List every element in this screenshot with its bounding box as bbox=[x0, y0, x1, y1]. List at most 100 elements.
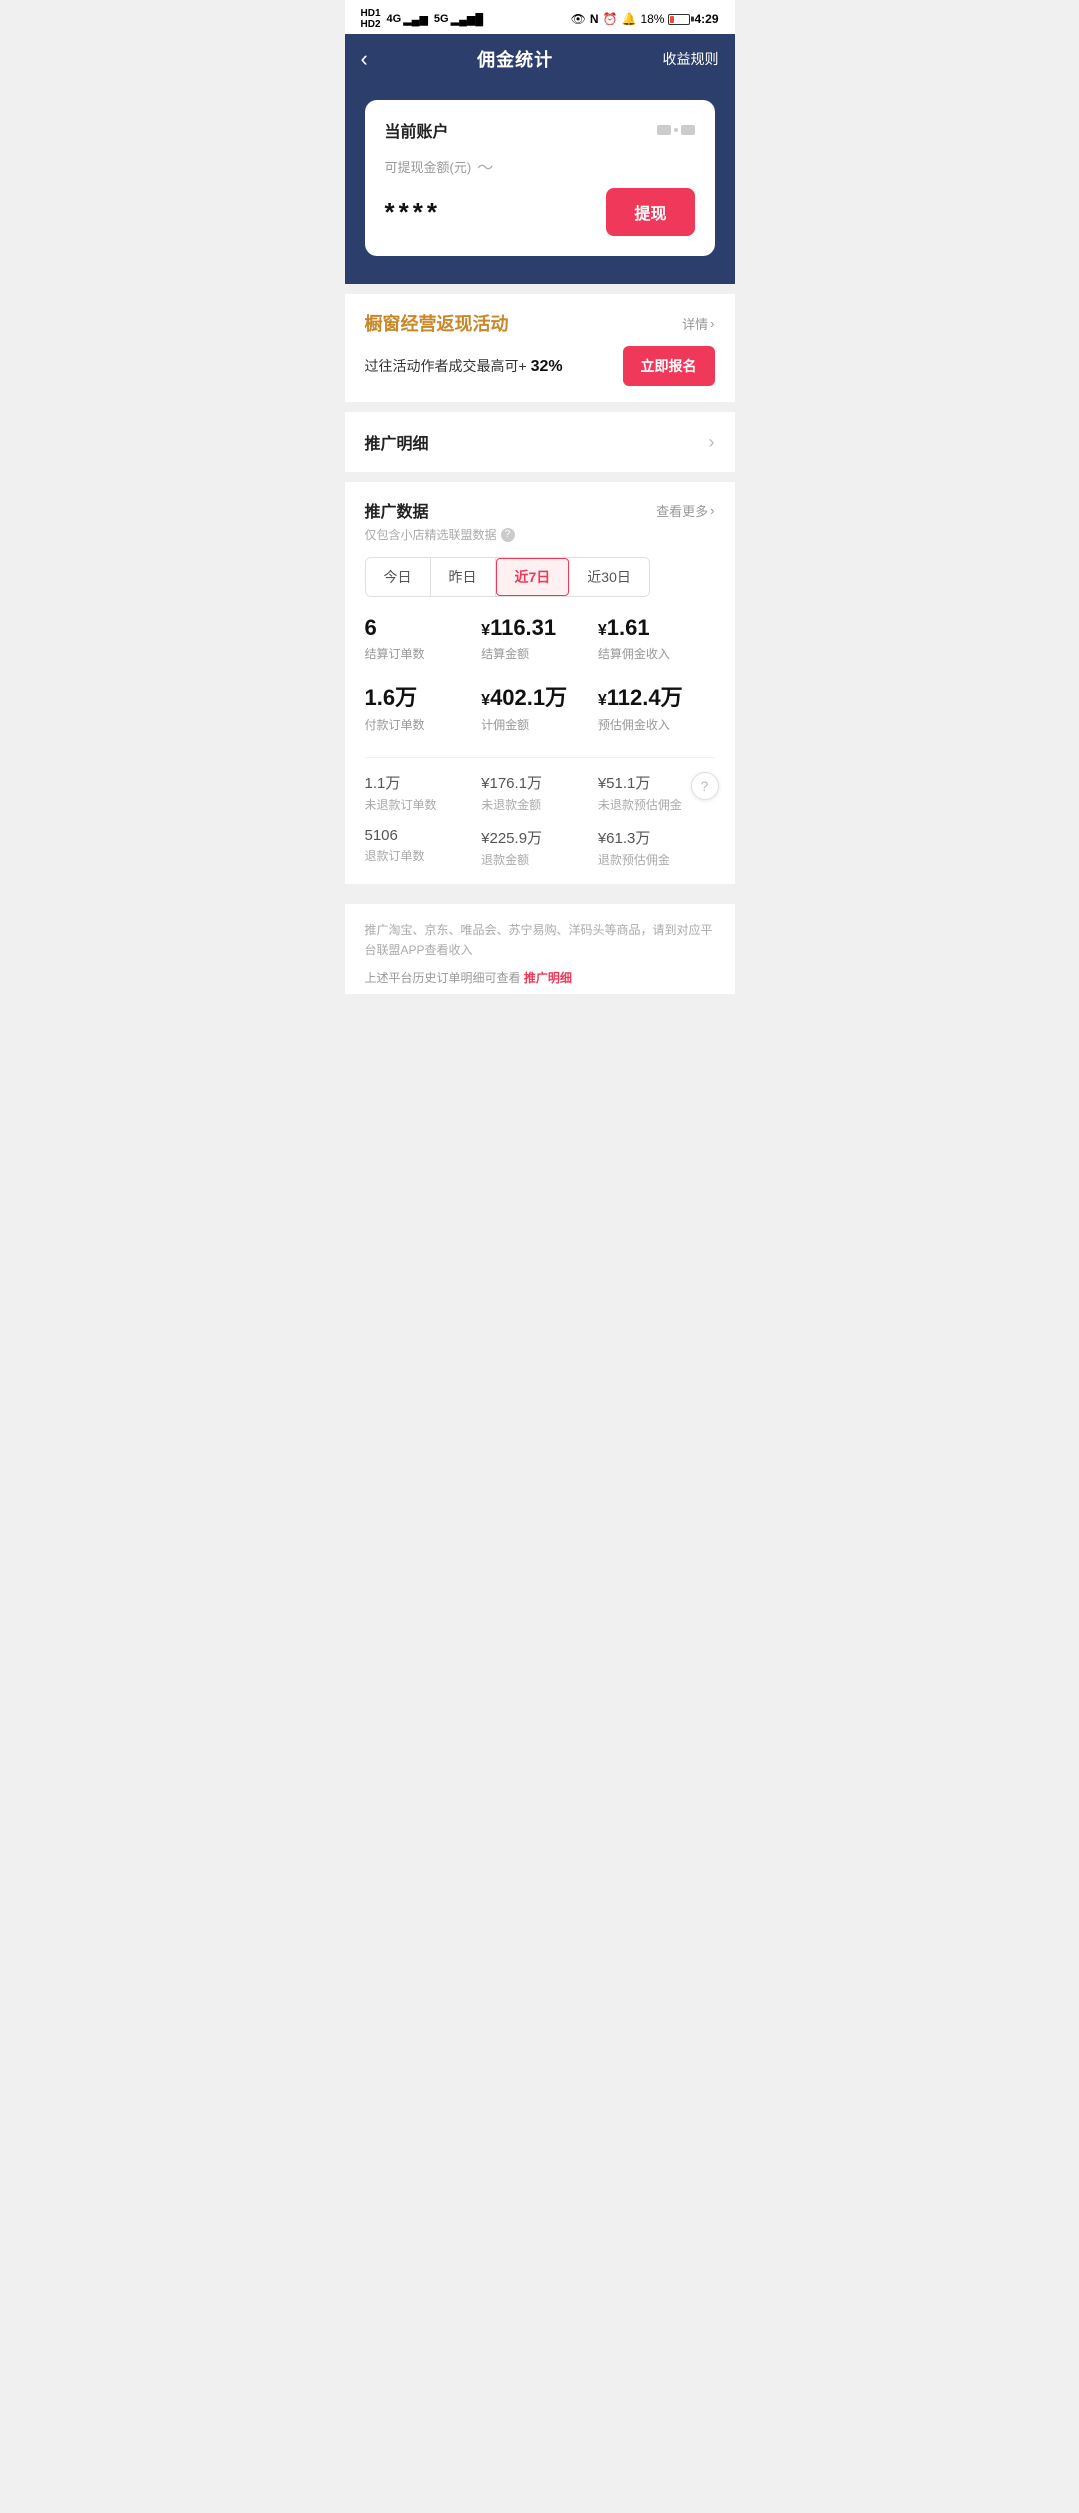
sub-stat-value: 5106 bbox=[365, 827, 482, 844]
amount-row: **** 提现 bbox=[385, 188, 695, 236]
sub-stat-refund-orders: 5106 退款订单数 bbox=[365, 827, 482, 868]
sub-stat-refund-amount: ¥225.9万 退款金额 bbox=[481, 827, 598, 868]
account-card: 当前账户 可提现金额(元) 〜 **** 提现 bbox=[345, 84, 735, 284]
sub-divider bbox=[365, 757, 715, 758]
toggle-visibility-icon[interactable]: 〜 bbox=[477, 154, 493, 178]
data-sub: 仅包含小店精选联盟数据 ? bbox=[365, 526, 715, 543]
dot-circle bbox=[674, 128, 678, 132]
time-tabs: 今日 昨日 近7日 近30日 bbox=[365, 557, 650, 597]
banner-body: 过往活动作者成交最高可+ 32% 立即报名 bbox=[365, 346, 715, 386]
footer-note: 推广淘宝、京东、唯品会、苏宁易购、洋码头等商品，请到对应平台联盟APP查看收入 … bbox=[345, 904, 735, 994]
signal-bar-5g: ▂▄▆█ bbox=[451, 13, 484, 26]
chevron-right-icon: › bbox=[710, 316, 714, 331]
footer-promotion-link[interactable]: 推广明细 bbox=[524, 971, 572, 985]
nfc-icon: N bbox=[590, 12, 599, 26]
sub-stat-label: 退款预估佣金 bbox=[598, 851, 715, 868]
stat-label: 付款订单数 bbox=[365, 716, 482, 733]
stat-value: ¥112.4万 bbox=[598, 680, 715, 712]
back-button[interactable]: ‹ bbox=[361, 46, 368, 72]
sub-stat-value: ¥61.3万 bbox=[598, 827, 715, 848]
stat-label: 结算佣金收入 bbox=[598, 645, 715, 662]
stat-label: 预估佣金收入 bbox=[598, 716, 715, 733]
divider-1 bbox=[345, 402, 735, 412]
dot-rect-2 bbox=[681, 125, 695, 135]
yen-sign: ¥ bbox=[598, 692, 607, 709]
register-now-button[interactable]: 立即报名 bbox=[623, 346, 715, 386]
stat-estimated-commission: ¥112.4万 预估佣金收入 bbox=[598, 680, 715, 733]
stat-label: 结算订单数 bbox=[365, 645, 482, 662]
banner-detail-link[interactable]: 详情 › bbox=[682, 314, 714, 333]
help-bubble[interactable]: ? bbox=[691, 772, 719, 800]
stat-commission-base: ¥402.1万 计佣金额 bbox=[481, 680, 598, 733]
sub-stats-grid: 1.1万 未退款订单数 ¥176.1万 未退款金额 ¥51.1万 未退款预估佣金… bbox=[365, 772, 715, 868]
stat-paid-orders: 1.6万 付款订单数 bbox=[365, 680, 482, 733]
sub-stat-label: 未退款金额 bbox=[481, 796, 598, 813]
tab-week[interactable]: 近7日 bbox=[496, 558, 570, 596]
stat-settled-amount: ¥116.31 结算金额 bbox=[481, 615, 598, 662]
promotion-detail-row[interactable]: 推广明细 bbox=[345, 412, 735, 472]
chevron-right-icon: › bbox=[710, 503, 714, 518]
account-header: 当前账户 bbox=[385, 118, 695, 142]
page-title: 佣金统计 bbox=[477, 46, 553, 72]
sub-stat-value: ¥225.9万 bbox=[481, 827, 598, 848]
sub-stat-no-refund-amount: ¥176.1万 未退款金额 bbox=[481, 772, 598, 813]
promotion-detail-label: 推广明细 bbox=[365, 430, 429, 454]
account-inner: 当前账户 可提现金额(元) 〜 **** 提现 bbox=[365, 100, 715, 256]
sub-stat-refund-commission: ¥61.3万 退款预估佣金 bbox=[598, 827, 715, 868]
nav-bar: ‹ 佣金统计 收益规则 bbox=[345, 34, 735, 84]
signal-4g: 4G bbox=[387, 13, 402, 25]
bell-icon: 🔔 bbox=[621, 12, 636, 26]
banner-desc: 过往活动作者成交最高可+ 32% bbox=[365, 356, 563, 376]
eye-icon: 👁 bbox=[571, 12, 586, 26]
status-right: 👁 N ⏰ 🔔 18% 4:29 bbox=[571, 12, 719, 26]
sub-stat-no-refund-orders: 1.1万 未退款订单数 bbox=[365, 772, 482, 813]
hd-indicator: HD1 HD2 bbox=[361, 8, 381, 30]
signal-bar-4g: ▂▄▆ bbox=[403, 13, 428, 26]
sub-stat-label: 退款订单数 bbox=[365, 847, 482, 864]
stat-value: 6 bbox=[365, 615, 482, 641]
stat-label: 计佣金额 bbox=[481, 716, 598, 733]
stat-settled-commission: ¥1.61 结算佣金收入 bbox=[598, 615, 715, 662]
sub-stat-label: 未退款订单数 bbox=[365, 796, 482, 813]
sub-stat-label: 退款金额 bbox=[481, 851, 598, 868]
sub-stat-label: 未退款预估佣金 bbox=[598, 796, 715, 813]
data-header: 推广数据 查看更多 › bbox=[365, 498, 715, 522]
sub-stat-value: 1.1万 bbox=[365, 772, 482, 793]
sub-stats-section: 1.1万 未退款订单数 ¥176.1万 未退款金额 ¥51.1万 未退款预估佣金… bbox=[345, 757, 735, 884]
earnings-rules-link[interactable]: 收益规则 bbox=[662, 49, 718, 69]
divider-2 bbox=[345, 472, 735, 482]
withdraw-button[interactable]: 提现 bbox=[606, 188, 694, 236]
banner-title: 橱窗经营返现活动 bbox=[365, 310, 509, 336]
account-amount: **** bbox=[385, 197, 441, 228]
dot-rect-1 bbox=[657, 125, 671, 135]
account-title: 当前账户 bbox=[385, 118, 449, 142]
clock: 4:29 bbox=[694, 12, 718, 26]
status-left: HD1 HD2 4G ▂▄▆ 5G ▂▄▆█ bbox=[361, 8, 484, 30]
stat-value: 1.6万 bbox=[365, 680, 482, 712]
amount-label: 可提现金额(元) 〜 bbox=[385, 154, 695, 178]
stat-value: ¥1.61 bbox=[598, 615, 715, 641]
stats-grid: 6 结算订单数 ¥116.31 结算金额 ¥1.61 结算佣金收入 1.6万 付… bbox=[365, 615, 715, 749]
view-more-link[interactable]: 查看更多 › bbox=[656, 501, 714, 520]
promotion-data-section: 推广数据 查看更多 › 仅包含小店精选联盟数据 ? 今日 昨日 近7日 近30日… bbox=[345, 482, 735, 757]
battery-icon bbox=[668, 14, 690, 25]
footer-text: 推广淘宝、京东、唯品会、苏宁易购、洋码头等商品，请到对应平台联盟APP查看收入 bbox=[365, 920, 715, 961]
stat-value: ¥402.1万 bbox=[481, 680, 598, 712]
promotion-data-title: 推广数据 bbox=[365, 498, 429, 522]
sub-stat-value: ¥176.1万 bbox=[481, 772, 598, 793]
stat-settled-orders: 6 结算订单数 bbox=[365, 615, 482, 662]
divider-3 bbox=[345, 884, 735, 894]
stat-label: 结算金额 bbox=[481, 645, 598, 662]
alarm-icon: ⏰ bbox=[603, 12, 618, 26]
stat-value: ¥116.31 bbox=[481, 615, 598, 641]
yen-sign: ¥ bbox=[481, 692, 490, 709]
tab-month[interactable]: 近30日 bbox=[569, 558, 649, 596]
status-bar: HD1 HD2 4G ▂▄▆ 5G ▂▄▆█ 👁 N ⏰ 🔔 18% 4:29 bbox=[345, 0, 735, 34]
banner-header: 橱窗经营返现活动 详情 › bbox=[365, 310, 715, 336]
banner-card: 橱窗经营返现活动 详情 › 过往活动作者成交最高可+ 32% 立即报名 bbox=[345, 294, 735, 402]
tab-yesterday[interactable]: 昨日 bbox=[431, 558, 496, 596]
help-icon[interactable]: ? bbox=[501, 528, 515, 542]
battery-percent: 18% bbox=[640, 12, 664, 26]
yen-sign: ¥ bbox=[598, 622, 607, 639]
tab-today[interactable]: 今日 bbox=[366, 558, 431, 596]
